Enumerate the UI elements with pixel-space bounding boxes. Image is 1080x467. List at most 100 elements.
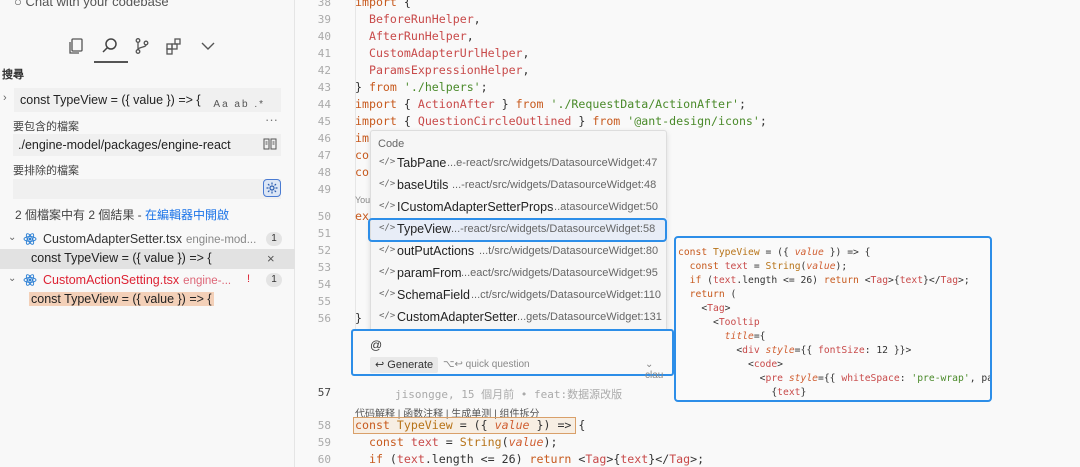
quick-question-hint[interactable]: ⌥↩ quick question xyxy=(443,359,530,370)
preview-line: if (text.length <= 26) return <Tag>{text… xyxy=(689,275,970,286)
chat-title-text: Chat with your codebase xyxy=(25,0,169,9)
match-row[interactable]: const TypeView = ({ value }) => { × xyxy=(0,249,295,269)
model-selector[interactable]: ⌄ clau xyxy=(645,359,672,381)
match-count-badge: 1 xyxy=(266,273,282,287)
code-symbol-icon: </> xyxy=(379,311,396,321)
explorer-icon[interactable] xyxy=(62,32,90,60)
file-name-text: CustomActionSetting.tsx xyxy=(43,273,180,287)
match-text: const TypeView = ({ value }) => { xyxy=(29,292,214,306)
suggestion-item[interactable]: </> ICustomAdapterSetterProps ...atasour… xyxy=(371,196,668,218)
chevron-down-icon[interactable] xyxy=(194,32,222,60)
suggestion-name: ICustomAdapterSetterProps xyxy=(397,200,554,214)
code-line: 60 if (text.length <= 26) return <Tag>{t… xyxy=(317,452,705,466)
suggestion-name: SchemaField xyxy=(397,288,470,302)
result-file-row[interactable]: ⌄ CustomAdapterSetter.tsx engine-mod... 1 xyxy=(0,229,295,249)
symbol-preview-panel: const TypeView = ({ value }) => { const … xyxy=(674,236,992,402)
code-line: 58 const TypeView = ({ value }) => { xyxy=(317,418,586,432)
preview-line: <Tooltip xyxy=(678,317,760,328)
result-file-name: CustomAdapterSetter.tsx engine-mod... xyxy=(43,232,256,246)
chevron-down-icon[interactable]: ⌄ xyxy=(8,232,16,243)
generate-button[interactable]: ↩ Generate xyxy=(370,357,439,373)
code-symbol-icon: </> xyxy=(379,201,396,211)
warning-icon: ! xyxy=(247,273,251,285)
preview-line: <Tag> xyxy=(678,303,731,314)
inline-chat-input[interactable]: @ ↩ Generate ⌥↩ quick question ⌄ clau xyxy=(351,329,674,381)
active-indicator xyxy=(94,61,128,63)
chevron-right-icon[interactable]: › xyxy=(3,92,7,104)
code-line: 44 import { ActionAfter } from './Request… xyxy=(317,97,746,111)
suggestion-item[interactable]: </> paramFrom ...eact/src/widgets/Dataso… xyxy=(371,262,668,284)
code-line: 42 ParamsExpressionHelper, xyxy=(317,63,530,77)
match-text: const TypeView = ({ value }) => { xyxy=(31,251,212,265)
suggestion-item[interactable]: </> TabPane ...e-react/src/widgets/Datas… xyxy=(371,152,668,174)
suggestion-path: ...ct/src/widgets/DatasourceWidget:110 xyxy=(471,289,661,301)
code-line: 59 const text = String(value); xyxy=(317,435,558,449)
suggestion-item[interactable]: </> baseUtils ...-react/src/widgets/Data… xyxy=(371,174,668,196)
source-control-icon[interactable] xyxy=(128,32,156,60)
suggestion-item[interactable]: </> outPutActions ...t/src/widgets/Datas… xyxy=(371,240,668,262)
open-in-editor-link[interactable]: 在編輯器中開啟 xyxy=(145,208,229,222)
preview-line: return ( xyxy=(689,289,737,300)
results-summary: 2 個檔案中有 2 個結果 - 在編輯器中開啟 xyxy=(15,206,229,223)
search-section-label: 搜尋 xyxy=(2,69,24,81)
search-sidebar: ○ Chat with your codebase 搜尋 › const Typ… xyxy=(0,0,295,467)
suggestion-path: ...gets/DatasourceWidget:131 xyxy=(517,311,662,323)
preview-line: <div style={{ fontSize: 12 }}> xyxy=(678,345,912,356)
suggestion-name: paramFrom xyxy=(397,266,462,280)
react-file-icon xyxy=(23,233,37,245)
include-files-value: ./engine-model/packages/engine-react xyxy=(18,138,231,152)
git-blame-annotation: jisongge, 15 個月前 • feat:数据源改版 xyxy=(395,388,623,401)
code-symbol-icon: </> xyxy=(379,289,396,299)
code-line: 45 import { QuestionCircleOutlined } from… xyxy=(317,114,767,128)
code-symbol-icon: </> xyxy=(379,179,396,189)
match-count-badge: 1 xyxy=(266,232,282,246)
activity-bar xyxy=(58,32,238,63)
suggestion-path: ...eact/src/widgets/DatasourceWidget:95 xyxy=(461,267,658,279)
search-input-value: const TypeView = ({ value }) => { xyxy=(20,93,201,107)
chat-title: ○ Chat with your codebase xyxy=(14,0,169,9)
preview-line: {text} xyxy=(678,387,807,398)
code-symbol-icon: </> xyxy=(379,245,396,255)
suggestion-item[interactable]: </> CustomAdapterSetter ...gets/Datasour… xyxy=(371,306,668,328)
suggestion-name: TabPane xyxy=(397,156,447,170)
code-line: 39 BeforeRunHelper, xyxy=(317,12,481,26)
code-line: 43} from './helpers'; xyxy=(317,80,488,94)
dismiss-match-icon[interactable]: × xyxy=(267,251,275,266)
search-row: › const TypeView = ({ value }) => { Aa a… xyxy=(0,88,295,112)
code-symbol-icon: </> xyxy=(379,267,396,277)
file-path-text: engine-... xyxy=(183,275,232,287)
popup-header: Code xyxy=(378,138,405,150)
open-editors-only-icon[interactable] xyxy=(263,138,277,150)
suggestion-item[interactable]: </> SchemaField ...ct/src/widgets/Dataso… xyxy=(371,284,668,306)
react-file-icon xyxy=(23,274,37,286)
chat-title-prefix: ○ xyxy=(14,0,26,9)
preview-line: const text = String(value); xyxy=(689,261,848,272)
file-name-text: CustomAdapterSetter.tsx xyxy=(43,232,182,246)
preview-line: const TypeView = ({ value }) => { xyxy=(678,247,871,258)
include-files-label: 要包含的檔案 xyxy=(13,121,79,133)
code-line: 41 CustomAdapterUrlHelper, xyxy=(317,46,530,60)
code-line: 38 import { xyxy=(317,0,411,9)
result-file-row[interactable]: ⌄ CustomActionSetting.tsx engine-... ! 1 xyxy=(0,270,295,290)
preview-line: <pre style={{ whiteSpace: 'pre-wrap', pa… xyxy=(678,373,992,384)
more-icon[interactable]: ··· xyxy=(265,112,278,127)
suggestion-name: CustomAdapterSetter xyxy=(397,310,518,324)
exclude-settings-icon[interactable] xyxy=(263,179,281,197)
code-symbol-icon: </> xyxy=(379,157,396,167)
search-icon[interactable] xyxy=(96,32,124,60)
extensions-icon[interactable] xyxy=(160,32,188,60)
include-files-input[interactable]: ./engine-model/packages/engine-react xyxy=(13,134,281,156)
search-options-icon[interactable]: Aa ab .* xyxy=(213,93,265,117)
preview-line: <code> xyxy=(678,359,784,370)
preview-line: title={ xyxy=(724,331,766,342)
codelens-author: You xyxy=(355,195,371,205)
match-row[interactable]: const TypeView = ({ value }) => { xyxy=(0,290,295,310)
preview-line: </pre> xyxy=(678,400,795,402)
suggestion-path: ...-react/src/widgets/DatasourceWidget:4… xyxy=(452,179,657,191)
code-line: 40 AfterRunHelper, xyxy=(317,29,474,43)
chevron-down-icon[interactable]: ⌄ xyxy=(8,273,16,284)
exclude-files-input[interactable] xyxy=(13,179,281,199)
search-input[interactable]: const TypeView = ({ value }) => { Aa ab … xyxy=(14,88,281,112)
chat-input-text[interactable]: @ xyxy=(370,338,382,352)
suggestion-path: ...t/src/widgets/DatasourceWidget:80 xyxy=(479,245,659,257)
